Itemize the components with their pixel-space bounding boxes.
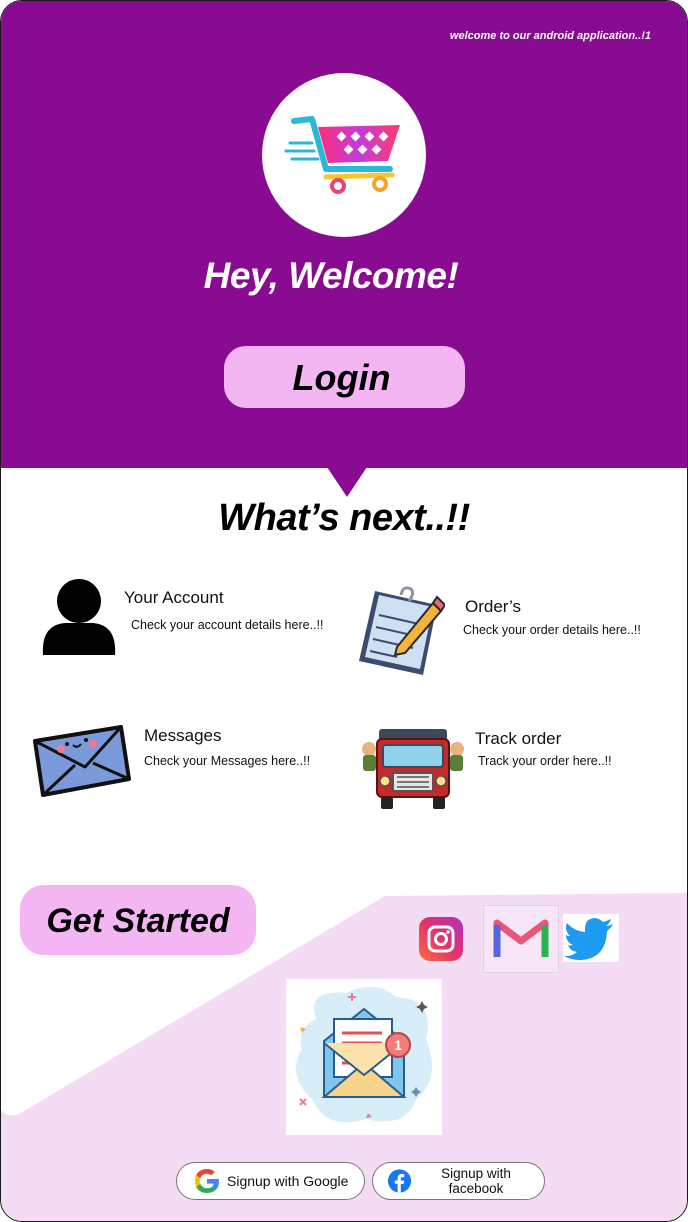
- twitter-icon[interactable]: [563, 914, 619, 962]
- hero-pointer: [327, 467, 367, 497]
- app-screen: welcome to our android application..!1 H…: [0, 0, 688, 1222]
- signup-facebook-label: Signup with facebook: [441, 1166, 511, 1196]
- facebook-icon: [387, 1169, 412, 1193]
- google-icon: [195, 1169, 219, 1193]
- notepad-icon: [359, 586, 445, 675]
- mail-notification-icon: 1: [295, 986, 433, 1123]
- feature-messages-title: Messages: [144, 726, 222, 745]
- tagline: welcome to our android application..!1: [449, 30, 651, 42]
- svg-text:1: 1: [394, 1037, 402, 1053]
- truck-icon: [362, 729, 464, 809]
- shopping-cart-icon: [284, 116, 400, 194]
- get-started-button[interactable]: Get Started: [20, 885, 256, 955]
- feature-orders-title: Order’s: [465, 597, 522, 616]
- signup-facebook-button[interactable]: Signup with facebook: [372, 1162, 545, 1200]
- envelope-icon: [33, 725, 131, 797]
- welcome-heading: Hey, Welcome!: [203, 255, 459, 296]
- feature-track-desc: Track your order here..!!: [478, 754, 612, 768]
- login-button[interactable]: Login: [224, 346, 465, 408]
- feature-orders-desc: Check your order details here..!!: [463, 623, 641, 637]
- gmail-icon[interactable]: [483, 905, 559, 973]
- instagram-icon[interactable]: [417, 915, 465, 963]
- mail-illustration: 1: [286, 979, 442, 1135]
- signup-google-button[interactable]: Signup with Google: [176, 1162, 365, 1200]
- feature-messages-desc: Check your Messages here..!!: [144, 754, 311, 768]
- section-title: What’s next..!!: [218, 497, 470, 539]
- feature-track-title: Track order: [475, 729, 562, 748]
- signup-google-label: Signup with Google: [227, 1173, 349, 1189]
- feature-account-desc: Check your account details here..!!: [131, 618, 324, 632]
- feature-account-title: Your Account: [124, 588, 224, 607]
- app-logo: [262, 73, 426, 237]
- user-icon: [42, 579, 116, 655]
